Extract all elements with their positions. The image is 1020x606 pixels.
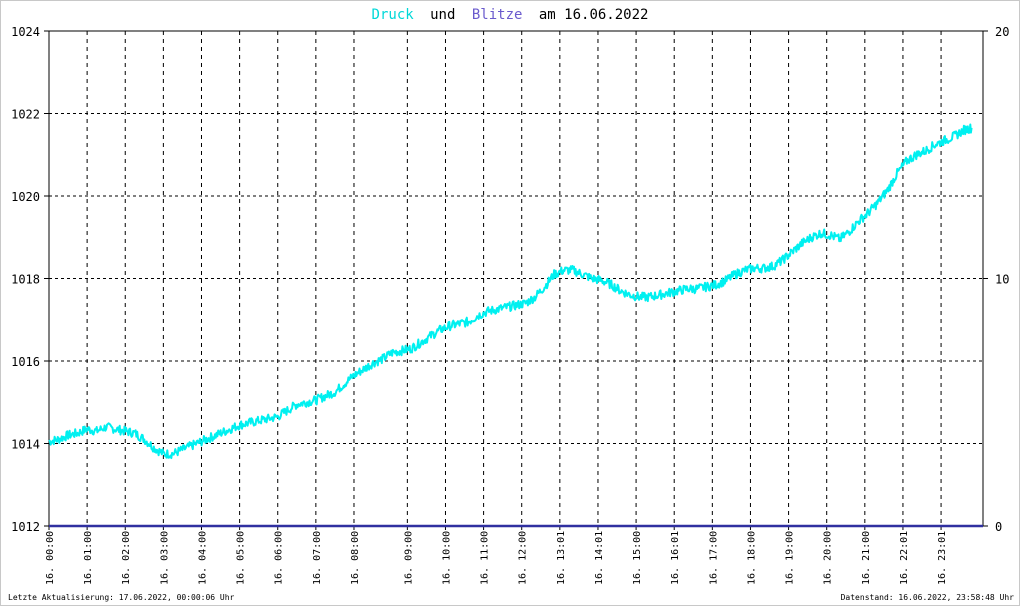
series-druck-line [48,123,973,460]
y-tick-label-left: 1022 [11,108,40,122]
x-tick-label: 16. 07:00 [312,531,323,585]
title-und: und [430,7,455,23]
y-tick-label-left: 1014 [11,438,40,452]
x-tick-label: 16. 04:00 [197,531,208,585]
y-tick-label-left: 1016 [11,355,40,369]
x-tick-label: 16. 11:00 [480,531,491,585]
x-tick-label: 16. 15:00 [632,531,643,585]
x-tick-label: 16. 14:01 [594,531,605,585]
pressure-lightning-chart: Druck und Blitze am 16.06.2022 1012 1014 1… [11,7,1009,585]
title-druck: Druck [372,7,415,23]
x-tick-label: 16. 06:00 [274,531,285,585]
footer-last-update: Letzte Aktualisierung: 17.06.2022, 00:00… [8,593,235,602]
y-tick-label-left: 1024 [11,25,40,39]
grid [49,31,983,526]
y-tick-label-right: 10 [995,273,1009,287]
series-layer [48,123,983,528]
axes [44,30,988,530]
x-tick-label: 16. 09:00 [403,531,414,585]
x-tick-label: 16. 13:01 [556,531,567,585]
x-tick-label: 16. 05:00 [236,531,247,585]
title-date: am 16.06.2022 [539,7,649,23]
x-tick-label: 16. 23:01 [937,531,948,585]
x-tick-label: 16. 18:00 [746,531,757,585]
footer-data-status: Datenstand: 16.06.2022, 23:58:48 Uhr [840,593,1014,602]
x-tick-label: 16. 02:00 [121,531,132,585]
y-tick-label-right: 0 [995,520,1002,534]
x-tick-label: 16. 20:00 [823,531,834,585]
x-tick-label: 16. 19:00 [785,531,796,585]
y-tick-label-right: 20 [995,25,1009,39]
title-blitze: Blitze [472,7,523,23]
x-tick-label: 16. 16:01 [670,531,681,585]
x-tick-label: 16. 12:00 [518,531,529,585]
x-tick-label: 16. 01:00 [83,531,94,585]
x-tick-label: 16. 10:00 [441,531,452,585]
x-tick-label: 16. 00:00 [45,531,56,585]
y-tick-label-left: 1012 [11,520,40,534]
x-tick-label: 16. 17:00 [708,531,719,585]
x-tick-label: 16. 08:00 [350,531,361,585]
x-tick-label: 16. 03:00 [159,531,170,585]
x-tick-label: 16. 22:01 [899,531,910,585]
chart-title: Druck und Blitze am 16.06.2022 [372,7,649,23]
x-tick-label: 16. 21:00 [861,531,872,585]
y-tick-label-left: 1018 [11,273,40,287]
y-tick-label-left: 1020 [11,190,40,204]
